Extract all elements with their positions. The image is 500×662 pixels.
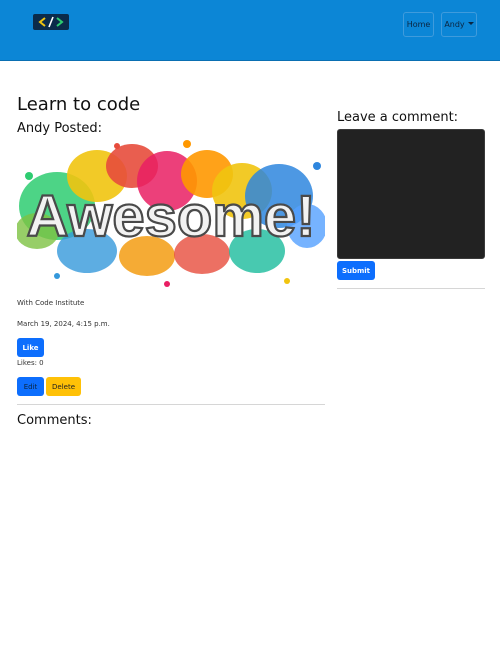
- divider: [337, 288, 485, 289]
- comments-heading: Comments:: [17, 413, 92, 428]
- caret-down-icon: [467, 22, 474, 25]
- user-dropdown-label: Andy: [444, 20, 465, 29]
- leave-comment-heading: Leave a comment:: [337, 110, 459, 125]
- brand-logo[interactable]: [33, 14, 69, 30]
- nav-home-label: Home: [406, 20, 431, 29]
- like-button[interactable]: Like: [17, 338, 44, 357]
- navbar: Home Andy: [0, 0, 500, 61]
- edit-button[interactable]: Edit: [17, 377, 44, 396]
- nav-home-link[interactable]: Home: [403, 12, 434, 37]
- post-title: Learn to code: [17, 94, 141, 115]
- user-dropdown-toggle[interactable]: Andy: [441, 12, 477, 37]
- submit-button[interactable]: Submit: [337, 261, 375, 280]
- awesome-word: Awesome!: [26, 184, 315, 249]
- post-date: March 19, 2024, 4:15 p.m.: [17, 320, 110, 328]
- awesome-paint-splash-image: Awesome!: [17, 136, 325, 292]
- delete-button[interactable]: Delete: [46, 377, 81, 396]
- comment-textarea[interactable]: [337, 129, 485, 259]
- post-author: Andy Posted:: [17, 121, 103, 136]
- divider: [17, 404, 325, 405]
- code-brackets-icon: [38, 16, 64, 28]
- likes-count: Likes: 0: [17, 359, 44, 367]
- post-excerpt: With Code Institute: [17, 299, 85, 307]
